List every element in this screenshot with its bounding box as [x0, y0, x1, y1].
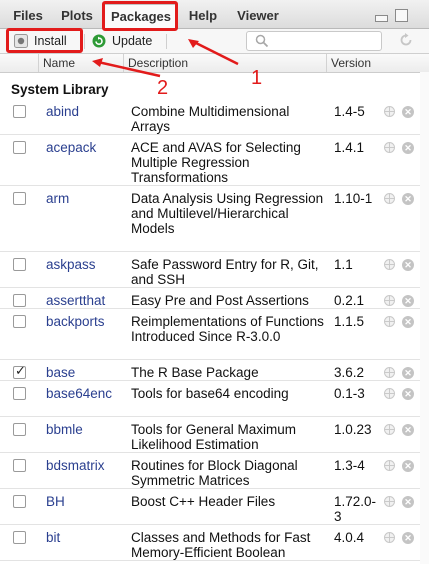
annotation-number-2: 2 [157, 77, 169, 99]
arrow-head-icon [92, 58, 103, 67]
arrow-to-packages-tab [193, 40, 239, 66]
annotation-arrows [92, 39, 239, 78]
arrow-to-install-button [97, 60, 161, 78]
annotation-number-1: 1 [251, 67, 263, 89]
